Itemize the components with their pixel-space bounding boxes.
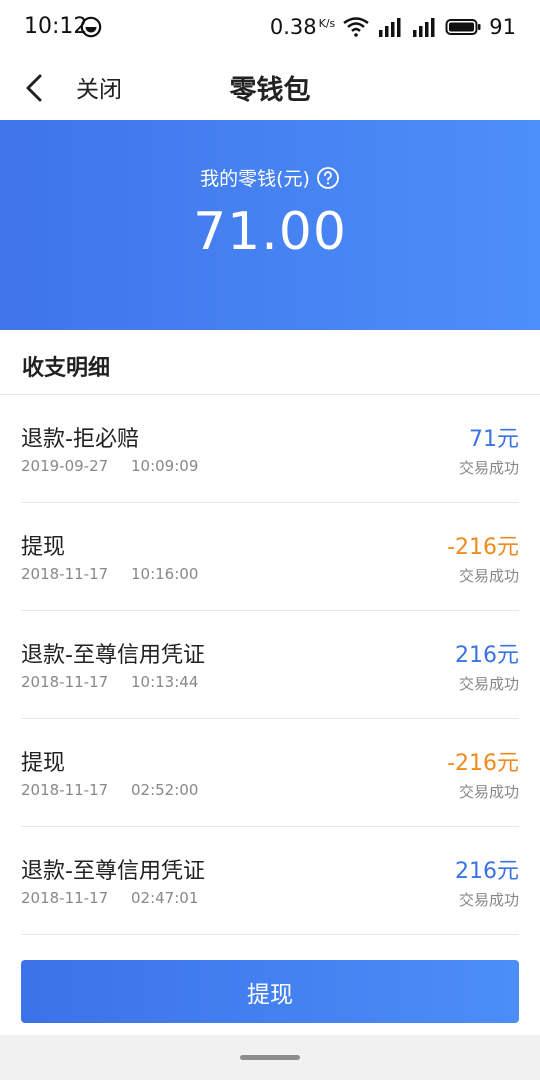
transaction-row[interactable]: 退款-至尊信用凭证 2018-11-17 02:47:01 216元 交易成功 (21, 827, 519, 935)
transaction-row[interactable]: 提现 2018-11-17 02:52:00 -216元 交易成功 (21, 719, 519, 827)
withdraw-button[interactable]: 提现 (21, 960, 519, 1023)
battery-level: 91 (489, 15, 516, 39)
transaction-amount: -216元 (447, 535, 519, 560)
home-indicator[interactable] (240, 1055, 300, 1060)
transaction-status: 交易成功 (458, 459, 519, 477)
transaction-time: 02:47:01 (131, 889, 199, 907)
transaction-amount: 71元 (469, 427, 519, 452)
transaction-title: 退款-拒必赔 (21, 427, 139, 452)
network-speed-unit: K/s (318, 17, 336, 30)
app-notification-icon (80, 16, 102, 38)
transaction-date: 2018-11-17 (21, 565, 109, 583)
transaction-row[interactable]: 退款-至尊信用凭证 2018-11-17 10:13:44 216元 交易成功 (21, 611, 519, 719)
transaction-time: 10:16:00 (131, 565, 199, 583)
transaction-date: 2018-11-17 (21, 781, 109, 799)
balance-amount: 71.00 (193, 202, 347, 262)
balance-label-row: 我的零钱(元) (0, 164, 540, 191)
transaction-date: 2019-09-27 (21, 457, 109, 475)
transaction-status: 交易成功 (458, 567, 519, 585)
question-circle-icon[interactable] (316, 166, 340, 190)
transaction-time: 10:13:44 (131, 673, 199, 691)
transaction-status: 交易成功 (458, 675, 519, 693)
wifi-icon (343, 17, 369, 37)
transaction-title: 退款-至尊信用凭证 (21, 643, 205, 668)
transaction-amount: -216元 (447, 751, 519, 776)
transaction-status: 交易成功 (458, 891, 519, 909)
transaction-status: 交易成功 (458, 783, 519, 801)
signal-icon (413, 18, 435, 37)
balance-label: 我的零钱(元) (200, 168, 310, 190)
status-bar: 10:12 0.38 K/s 91 (0, 0, 540, 56)
transaction-time: 02:52:00 (131, 781, 199, 799)
status-indicators: 0.38 K/s 91 (270, 12, 516, 42)
network-speed: 0.38 K/s (270, 15, 335, 39)
section-title: 收支明细 (22, 356, 111, 381)
system-nav-bar (0, 1035, 540, 1080)
transaction-amount: 216元 (455, 643, 519, 668)
transaction-row[interactable]: 退款-拒必赔 2019-09-27 10:09:09 71元 交易成功 (21, 395, 519, 503)
page-title: 零钱包 (229, 75, 311, 106)
transaction-time: 10:09:09 (131, 457, 199, 475)
status-time: 10:12 (24, 14, 88, 39)
transaction-title: 提现 (21, 751, 66, 776)
battery-icon (445, 19, 481, 35)
transaction-row[interactable]: 提现 2018-11-17 10:16:00 -216元 交易成功 (21, 503, 519, 611)
network-speed-value: 0.38 (269, 15, 317, 39)
balance-banner: 我的零钱(元) 71.00 (0, 120, 540, 330)
transaction-title: 提现 (21, 535, 66, 560)
transaction-amount: 216元 (455, 859, 519, 884)
transaction-date: 2018-11-17 (21, 889, 109, 907)
transaction-date: 2018-11-17 (21, 673, 109, 691)
nav-bar: 关闭 零钱包 (0, 56, 540, 120)
signal-icon (379, 18, 401, 37)
transaction-list: 退款-拒必赔 2019-09-27 10:09:09 71元 交易成功 提现 2… (0, 395, 540, 935)
transaction-title: 退款-至尊信用凭证 (21, 859, 205, 884)
